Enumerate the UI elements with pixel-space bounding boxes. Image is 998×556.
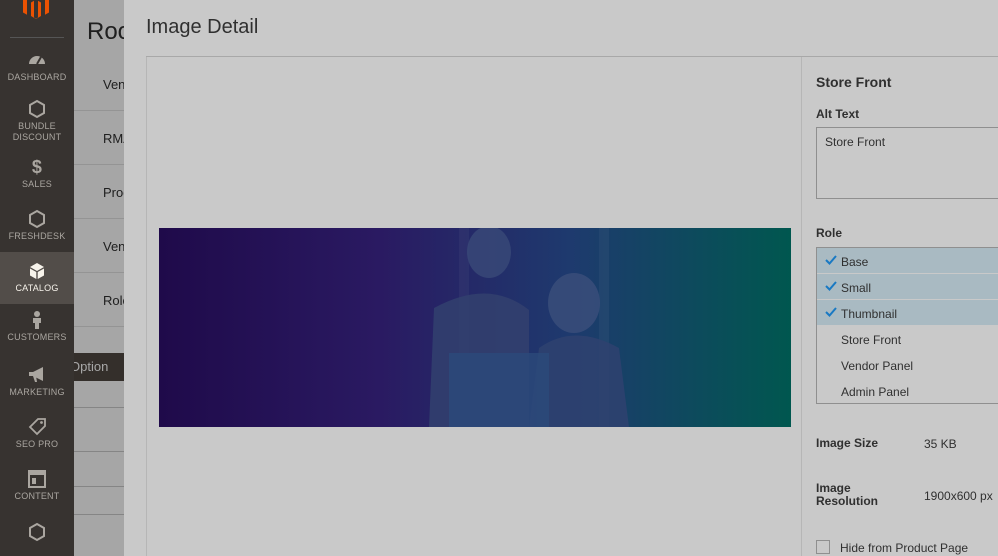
cube-icon	[27, 261, 47, 281]
alt-text-label: Alt Text	[816, 107, 860, 121]
role-label: Role	[816, 226, 843, 240]
checkmark-icon	[825, 281, 837, 291]
megaphone-icon	[27, 365, 47, 385]
sidebar-item-catalog[interactable]: CATALOG	[0, 252, 74, 304]
role-option-admin-panel[interactable]: Admin Panel	[817, 378, 998, 404]
alt-text-field[interactable]: Store Front	[816, 127, 998, 199]
sidebar-item-sales[interactable]: $ SALES	[0, 157, 74, 209]
hide-from-product-page-checkbox[interactable]	[816, 540, 830, 554]
role-option-label: Vendor Panel	[841, 359, 914, 373]
modal-title: Image Detail	[146, 16, 259, 38]
role-option-label: Small	[841, 281, 872, 295]
role-option-label: Base	[841, 255, 869, 269]
image-size-value: 35 KB	[924, 437, 957, 451]
role-option-label: Thumbnail	[841, 307, 898, 321]
role-option-vendor-panel[interactable]: Vendor Panel	[817, 352, 998, 378]
sidebar-item-more[interactable]	[0, 522, 74, 556]
image-detail-modal: Image Detail Store Front Alt Text Store …	[124, 0, 998, 556]
hexagon-icon	[27, 209, 47, 229]
sidebar-item-dashboard[interactable]: DASHBOARD	[0, 50, 74, 102]
sidebar-item-label: CONTENT	[14, 491, 60, 501]
role-option-thumbnail[interactable]: Thumbnail	[817, 300, 998, 326]
image-name-heading: Store Front	[816, 74, 892, 90]
hide-from-product-page-label: Hide from Product Page	[840, 541, 969, 555]
sidebar-item-customers[interactable]: CUSTOMERS	[0, 310, 74, 362]
dashboard-icon	[27, 50, 47, 70]
person-icon	[27, 310, 47, 330]
sidebar-item-label: CUSTOMERS	[7, 332, 67, 342]
sidebar-item-label: CATALOG	[15, 283, 59, 293]
sidebar-item-content[interactable]: CONTENT	[0, 469, 74, 521]
image-size-label: Image Size	[816, 436, 879, 450]
sidebar-item-label: SEO PRO	[15, 439, 59, 449]
admin-sidebar: DASHBOARD BUNDLE DISCOUNT $ SALES FRESHD…	[0, 0, 74, 556]
role-option-base[interactable]: Base	[817, 248, 998, 274]
layout-icon	[27, 469, 47, 489]
role-option-label: Store Front	[841, 333, 902, 347]
role-multiselect[interactable]: Base Small Thumbnail Store Front Vendor …	[816, 247, 998, 404]
sidebar-item-bundle-discount[interactable]: BUNDLE DISCOUNT	[0, 99, 74, 151]
image-resolution-label: Image Resolution	[816, 481, 878, 508]
sidebar-item-label: DASHBOARD	[7, 72, 67, 82]
image-properties: Store Front Alt Text Store Front Role Ba…	[816, 0, 998, 556]
magento-logo-icon[interactable]	[20, 0, 52, 20]
dollar-icon: $	[27, 157, 47, 177]
role-option-label: Admin Panel	[841, 385, 910, 399]
svg-text:$: $	[32, 157, 42, 177]
screen: Roo Venc RMA Prod Venc Role Option Image…	[0, 0, 998, 556]
hexagon-icon	[27, 522, 47, 542]
sidebar-item-seo-pro[interactable]: SEO PRO	[0, 417, 74, 469]
sidebar-item-label: SALES	[21, 179, 53, 189]
image-preview	[159, 228, 791, 427]
sidebar-item-label: BUNDLE DISCOUNT	[12, 121, 62, 142]
sidebar-item-label: FRESHDESK	[8, 231, 66, 241]
hexagon-icon	[27, 99, 47, 119]
sidebar-item-label: MARKETING	[9, 387, 65, 397]
role-option-store-front[interactable]: Store Front	[817, 326, 998, 352]
divider	[10, 37, 64, 38]
role-option-small[interactable]: Small	[817, 274, 998, 300]
checkmark-icon	[825, 307, 837, 317]
tag-icon	[27, 417, 47, 437]
checkmark-icon	[825, 255, 837, 265]
sidebar-item-marketing[interactable]: MARKETING	[0, 365, 74, 417]
image-resolution-value: 1900x600 px	[924, 489, 993, 503]
